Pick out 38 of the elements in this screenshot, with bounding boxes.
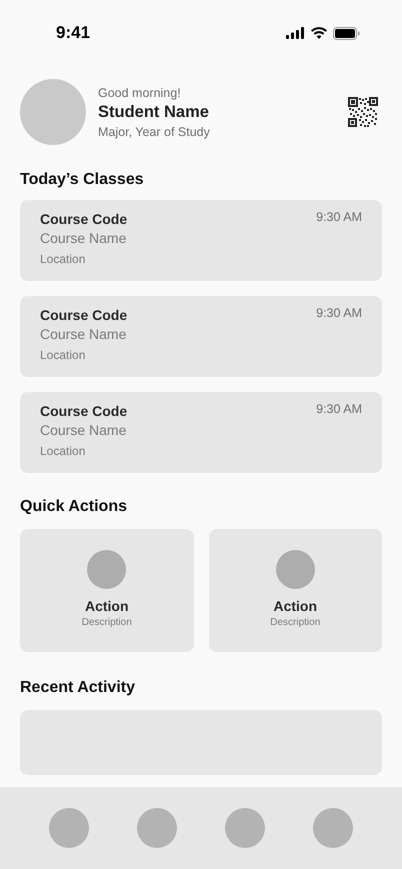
class-card[interactable]: Course Code Course Name Location 9:30 AM <box>20 392 382 473</box>
nav-tab[interactable] <box>313 808 353 848</box>
action-description: Description <box>82 617 132 628</box>
nav-tab[interactable] <box>225 808 265 848</box>
class-time: 9:30 AM <box>316 402 362 418</box>
class-card[interactable]: Course Code Course Name Location 9:30 AM <box>20 200 382 281</box>
action-description: Description <box>270 617 320 628</box>
section-title: Today’s Classes <box>20 171 144 188</box>
class-time: 9:30 AM <box>316 306 362 322</box>
class-card[interactable]: Course Code Course Name Location 9:30 AM <box>20 296 382 377</box>
course-code: Course Code <box>40 402 128 420</box>
nav-tab[interactable] <box>49 808 89 848</box>
student-subtitle: Major, Year of Study <box>98 124 211 138</box>
action-icon <box>87 550 126 589</box>
action-card[interactable]: Action Description <box>20 529 194 652</box>
course-code: Course Code <box>40 210 128 228</box>
class-time: 9:30 AM <box>316 210 362 226</box>
nav-tab[interactable] <box>137 808 177 848</box>
course-code: Course Code <box>40 306 128 324</box>
class-location: Location <box>40 252 86 266</box>
course-name: Course Name <box>40 229 128 248</box>
student-name: Student Name <box>98 102 210 122</box>
qr-code-icon[interactable] <box>348 97 378 127</box>
battery-icon <box>333 26 360 40</box>
greeting: Good morning! <box>98 86 182 100</box>
class-location: Location <box>40 444 86 458</box>
signal-icon <box>286 27 305 39</box>
section-title: Recent Activity <box>20 679 135 696</box>
section-title: Quick Actions <box>20 498 127 515</box>
action-icon <box>276 550 315 589</box>
action-label: Action <box>273 598 318 614</box>
class-location: Location <box>40 348 86 362</box>
course-name: Course Name <box>40 325 128 344</box>
action-card[interactable]: Action Description <box>208 529 382 652</box>
action-label: Action <box>84 598 129 614</box>
course-name: Course Name <box>40 421 128 440</box>
status-time: 9:41 <box>56 23 90 43</box>
wifi-icon <box>311 27 327 39</box>
